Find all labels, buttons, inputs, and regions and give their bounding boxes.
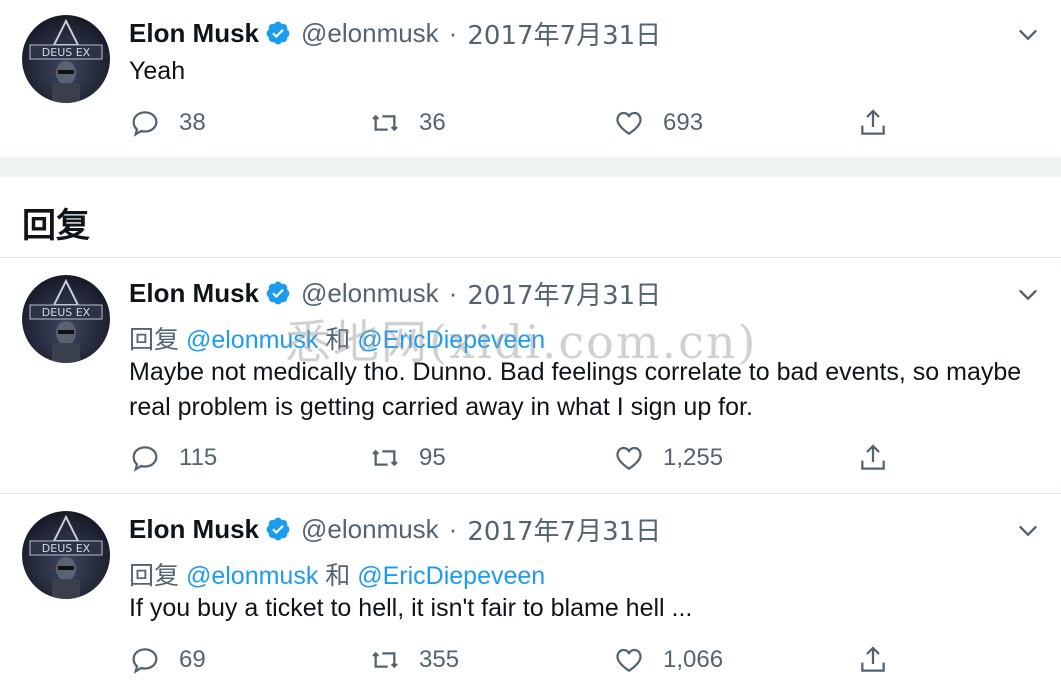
share-icon — [861, 646, 885, 672]
reply-prefix: 回复 — [129, 562, 186, 590]
reply-icon — [132, 111, 158, 137]
author-handle[interactable]: @elonmusk — [301, 278, 439, 309]
retweet-button[interactable]: 355 — [369, 640, 459, 680]
chevron-down-icon[interactable] — [1014, 516, 1042, 544]
reply-button[interactable]: 69 — [129, 640, 206, 680]
author-handle[interactable]: @elonmusk — [301, 18, 439, 49]
heart-icon — [616, 648, 642, 672]
reply-count: 115 — [179, 444, 218, 471]
reply-count: 69 — [179, 646, 206, 673]
like-button[interactable]: 1,255 — [613, 438, 723, 478]
reply-button[interactable]: 115 — [129, 438, 217, 478]
retweet-button[interactable]: 36 — [369, 103, 446, 143]
separator-dot: · — [448, 513, 458, 544]
mention-link[interactable]: @elonmusk — [186, 326, 318, 354]
reply-count: 38 — [179, 109, 206, 136]
reply-and: 和 — [318, 562, 358, 590]
retweet-count: 95 — [419, 444, 446, 471]
avatar[interactable]: DEUS EX — [22, 511, 110, 599]
tweet-1[interactable]: DEUS EX Elon Musk @elonmusk · 2017年7月31日… — [0, 0, 1061, 157]
reply-icon — [132, 446, 158, 472]
chevron-down-icon[interactable] — [1014, 280, 1042, 308]
tweet-3[interactable]: DEUS EX Elon Musk @elonmusk · 2017年7月31日… — [0, 494, 1061, 688]
like-button[interactable]: 1,066 — [613, 640, 723, 680]
heart-icon — [616, 111, 642, 135]
share-button[interactable] — [857, 103, 889, 143]
tweet-actions: 38 36 693 — [129, 103, 889, 143]
avatar[interactable]: DEUS EX — [22, 275, 110, 363]
heart-icon — [616, 446, 642, 470]
reply-and: 和 — [318, 326, 358, 354]
section-divider — [0, 157, 1061, 177]
tweet-header: Elon Musk @elonmusk · 2017年7月31日 — [129, 275, 661, 311]
reply-icon — [132, 648, 158, 674]
author-handle[interactable]: @elonmusk — [301, 514, 439, 545]
mention-link[interactable]: @elonmusk — [186, 562, 318, 590]
tweet-header: Elon Musk @elonmusk · 2017年7月31日 — [129, 511, 661, 547]
tweet-text: If you buy a ticket to hell, it isn't fa… — [129, 594, 693, 622]
tweet-date[interactable]: 2017年7月31日 — [467, 511, 661, 548]
share-icon — [861, 109, 885, 135]
verified-badge-icon — [266, 517, 290, 541]
tweet-header: Elon Musk @elonmusk · 2017年7月31日 — [129, 15, 661, 51]
svg-text:DEUS EX: DEUS EX — [42, 46, 91, 59]
retweet-button[interactable]: 95 — [369, 438, 446, 478]
author-name[interactable]: Elon Musk — [129, 514, 259, 545]
retweet-count: 36 — [419, 109, 446, 136]
tweet-actions: 69 355 1,066 — [129, 640, 889, 680]
avatar[interactable]: DEUS EX — [22, 15, 110, 103]
retweet-count: 355 — [419, 646, 460, 673]
share-icon — [861, 444, 885, 470]
replying-to: 回复 @elonmusk 和 @EricDiepeveen — [129, 556, 545, 592]
retweet-icon — [372, 449, 398, 467]
separator-dot: · — [448, 277, 458, 308]
chevron-down-icon[interactable] — [1014, 20, 1042, 48]
reply-prefix: 回复 — [129, 326, 186, 354]
like-count: 1,255 — [663, 444, 724, 471]
tweet-actions: 115 95 1,255 — [129, 438, 889, 478]
like-button[interactable]: 693 — [613, 103, 703, 143]
verified-badge-icon — [266, 21, 290, 45]
like-count: 693 — [663, 109, 704, 136]
verified-badge-icon — [266, 281, 290, 305]
retweet-icon — [372, 114, 398, 132]
tweet-date[interactable]: 2017年7月31日 — [467, 275, 661, 312]
mention-link[interactable]: @EricDiepeveen — [357, 326, 545, 354]
share-button[interactable] — [857, 640, 889, 680]
share-button[interactable] — [857, 438, 889, 478]
replying-to: 回复 @elonmusk 和 @EricDiepeveen — [129, 320, 545, 356]
tweet-text: Yeah — [129, 57, 186, 85]
svg-text:DEUS EX: DEUS EX — [42, 306, 91, 319]
tweet-date[interactable]: 2017年7月31日 — [467, 15, 661, 52]
author-name[interactable]: Elon Musk — [129, 278, 259, 309]
tweet-2[interactable]: DEUS EX Elon Musk @elonmusk · 2017年7月31日… — [0, 258, 1061, 493]
reply-button[interactable]: 38 — [129, 103, 206, 143]
author-name[interactable]: Elon Musk — [129, 18, 259, 49]
replies-heading: 回复 — [22, 206, 90, 246]
tweet-text: Maybe not medically tho. Dunno. Bad feel… — [129, 358, 1022, 421]
separator-dot: · — [448, 17, 458, 48]
mention-link[interactable]: @EricDiepeveen — [357, 562, 545, 590]
like-count: 1,066 — [663, 646, 724, 673]
retweet-icon — [372, 651, 398, 669]
svg-text:DEUS EX: DEUS EX — [42, 542, 91, 555]
